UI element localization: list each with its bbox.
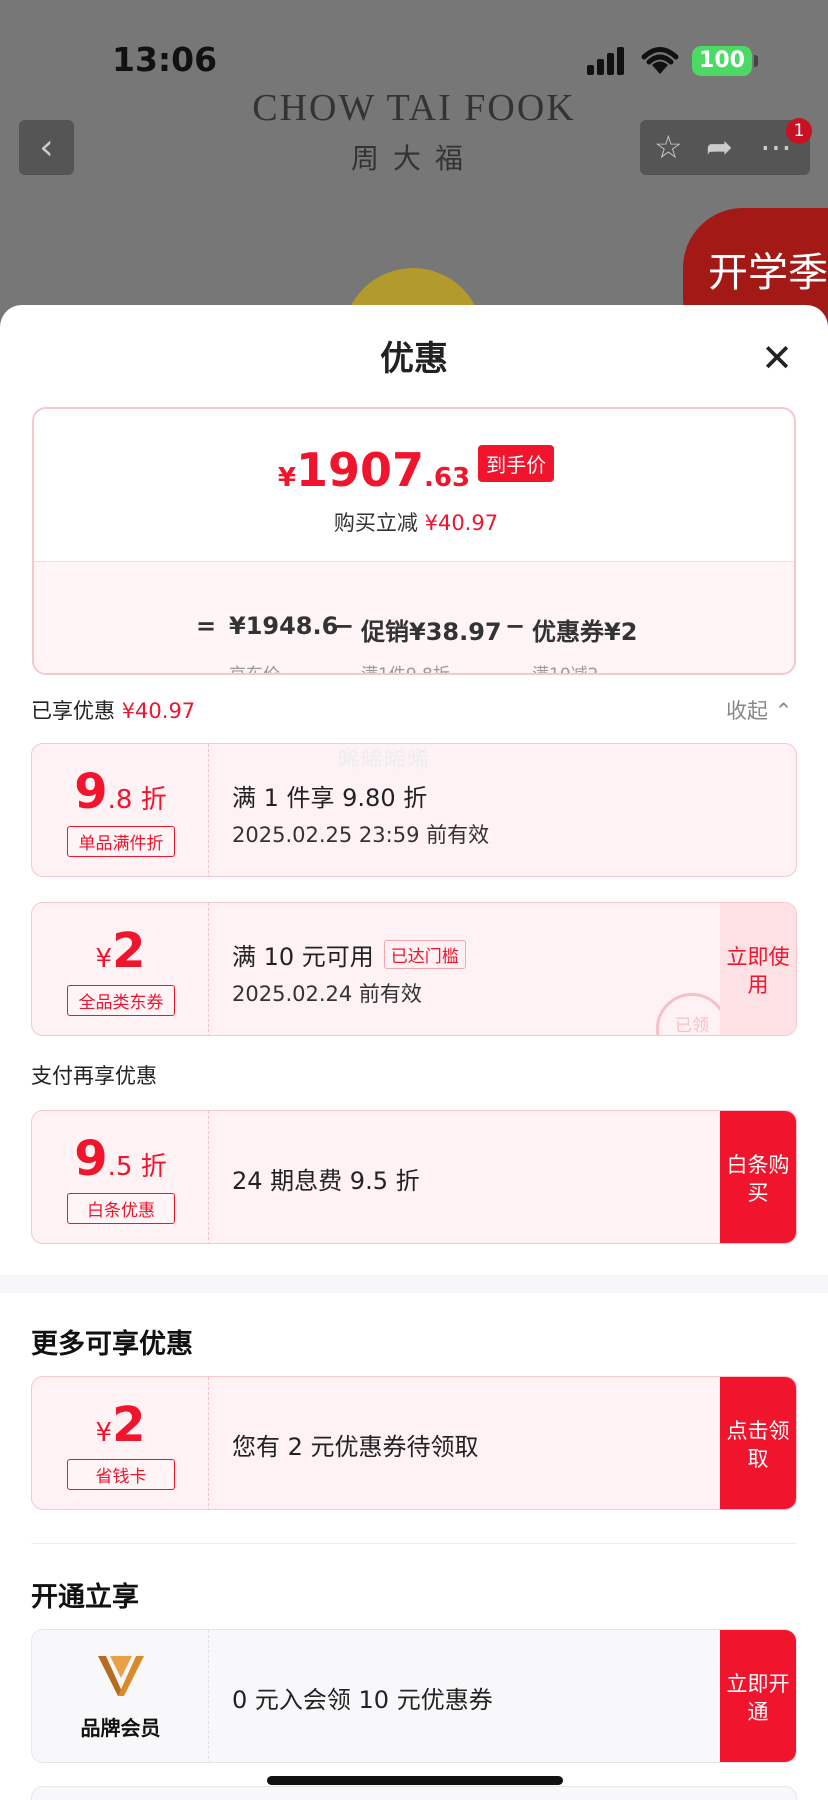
use-now-button[interactable]: 立即使用 (720, 903, 796, 1035)
membership-card: 品牌会员 0 元入会领 10 元优惠券 立即开通 (31, 1629, 797, 1763)
coupon-amount: 优惠券¥2 (532, 618, 638, 646)
share-icon[interactable]: ➦ (706, 128, 733, 166)
coupon-value-block: 9.5 折 白条优惠 (32, 1111, 209, 1243)
close-icon[interactable]: ✕ (757, 338, 797, 378)
baitiao-buy-button[interactable]: 白条购买 (720, 1111, 796, 1243)
coupon-value-block: ¥2 省钱卡 (32, 1377, 209, 1509)
coupon-expiry: 2025.02.24 前有效 (232, 982, 422, 1006)
coupon-unit: .8 折 (107, 785, 167, 815)
price-summary-card: ¥1907.63 到手价 购买立减 ¥40.97 = ¥1948.6 京东价 − … (32, 407, 796, 675)
equals-sign: = (196, 612, 217, 640)
minus-sign: − (505, 612, 526, 640)
battery-icon: 100 (692, 46, 758, 76)
coupon-big-number: 9 (74, 764, 108, 820)
currency-symbol: ¥ (95, 1418, 113, 1448)
divider-line (31, 1543, 797, 1544)
reduce-label: 购买立减 (333, 511, 418, 535)
coupon-big-number: 9 (74, 1131, 108, 1187)
brand-member-icon (98, 1656, 144, 1696)
home-indicator (267, 1776, 563, 1785)
enjoyed-discount-label: 已享优惠 ¥40.97 (31, 695, 195, 725)
promo-label: 满1件9.8折 (361, 665, 450, 675)
back-button[interactable]: ‹ (19, 120, 74, 175)
coupon-value-block: ¥2 全品类东券 (32, 903, 209, 1035)
open-now-button[interactable]: 立即开通 (720, 1630, 796, 1762)
final-price: ¥1907.63 到手价 (34, 443, 794, 497)
reduce-value: ¥40.97 (424, 511, 499, 535)
received-stamp: 已领 (656, 993, 728, 1035)
membership-block: 品牌会员 (32, 1630, 209, 1762)
coupon-type-tag: 白条优惠 (67, 1193, 175, 1224)
chevron-up-icon: ⌃ (774, 699, 793, 723)
coupon-condition: 满 10 元可用 已达门槛 (232, 937, 466, 972)
promo-art-text: 开学季 (708, 250, 828, 296)
coupon-expiry: 2025.02.25 23:59 前有效 (232, 823, 490, 847)
star-icon[interactable]: ☆ (654, 128, 683, 166)
status-time: 13:06 (112, 40, 218, 79)
jd-price: ¥1948.6 (229, 612, 339, 640)
baitiao-card: 9.5 折 白条优惠 24 期息费 9.5 折 白条购买 (31, 1110, 797, 1244)
reduce-line: 购买立减 ¥40.97 (34, 507, 794, 537)
watermark: 晞晞晞晞 (338, 748, 431, 773)
header-toolbar: ☆ ➦ ⋯ (640, 120, 810, 175)
coupon-condition: 满 1 件享 9.80 折 (232, 784, 428, 812)
baitiao-condition: 24 期息费 9.5 折 (232, 1167, 420, 1195)
collapse-button[interactable]: 收起 ⌃ (726, 695, 792, 725)
price-integer: 1907 (296, 443, 425, 497)
coupon-unit: .5 折 (107, 1152, 167, 1182)
coupon-big-number: 2 (112, 1397, 146, 1453)
open-benefits-title: 开通立享 (31, 1582, 139, 1613)
wifi-icon (641, 47, 679, 74)
threshold-reached-pill: 已达门槛 (383, 940, 466, 969)
discount-sheet: 优惠 ✕ ¥1907.63 到手价 购买立减 ¥40.97 = ¥1948.6 京… (0, 305, 828, 1800)
final-price-tag: 到手价 (478, 445, 555, 482)
coupon-big-number: 2 (112, 923, 146, 979)
jd-price-label: 京东价 (229, 665, 280, 675)
saver-card: ¥2 省钱卡 您有 2 元优惠券待领取 点击领取 (31, 1376, 797, 1510)
membership-offer: 0 元入会领 10 元优惠券 (232, 1686, 493, 1714)
price-decimal: .63 (424, 463, 471, 493)
notification-badge: 1 (786, 118, 812, 144)
next-card-peek (31, 1786, 797, 1800)
enjoyed-value: ¥40.97 (121, 699, 196, 723)
currency-symbol: ¥ (95, 944, 113, 974)
coupon-condition-text: 满 10 元可用 (232, 943, 374, 971)
coupon-label: 满10减2 (532, 665, 599, 675)
minus-sign: − (334, 612, 355, 640)
promo-amount: 促销¥38.97 (361, 618, 502, 646)
collapse-label: 收起 (726, 699, 768, 723)
price-breakdown: = ¥1948.6 京东价 − 促销¥38.97 满1件9.8折 − 优惠券¥2… (34, 561, 794, 675)
enjoyed-label-text: 已享优惠 (31, 699, 115, 723)
sheet-title: 优惠 (380, 339, 448, 379)
coupon-type-tag: 全品类东券 (67, 985, 175, 1016)
brand-member-label: 品牌会员 (80, 1716, 161, 1740)
coupon-value-block: 9.8 折 单品满件折 (32, 744, 209, 876)
coupon-card: ¥2 全品类东券 满 10 元可用 已达门槛 2025.02.24 前有效 已领 … (31, 902, 797, 1036)
more-discounts-title: 更多可享优惠 (31, 1329, 193, 1360)
coupon-type-tag: 单品满件折 (67, 826, 175, 857)
saver-condition: 您有 2 元优惠券待领取 (232, 1433, 479, 1461)
claim-button[interactable]: 点击领取 (720, 1377, 796, 1509)
currency-symbol: ¥ (277, 463, 296, 493)
section-divider (0, 1275, 828, 1293)
coupon-type-tag: 省钱卡 (67, 1459, 175, 1490)
pay-discount-label: 支付再享优惠 (31, 1064, 157, 1088)
cellular-signal-icon (587, 47, 627, 75)
